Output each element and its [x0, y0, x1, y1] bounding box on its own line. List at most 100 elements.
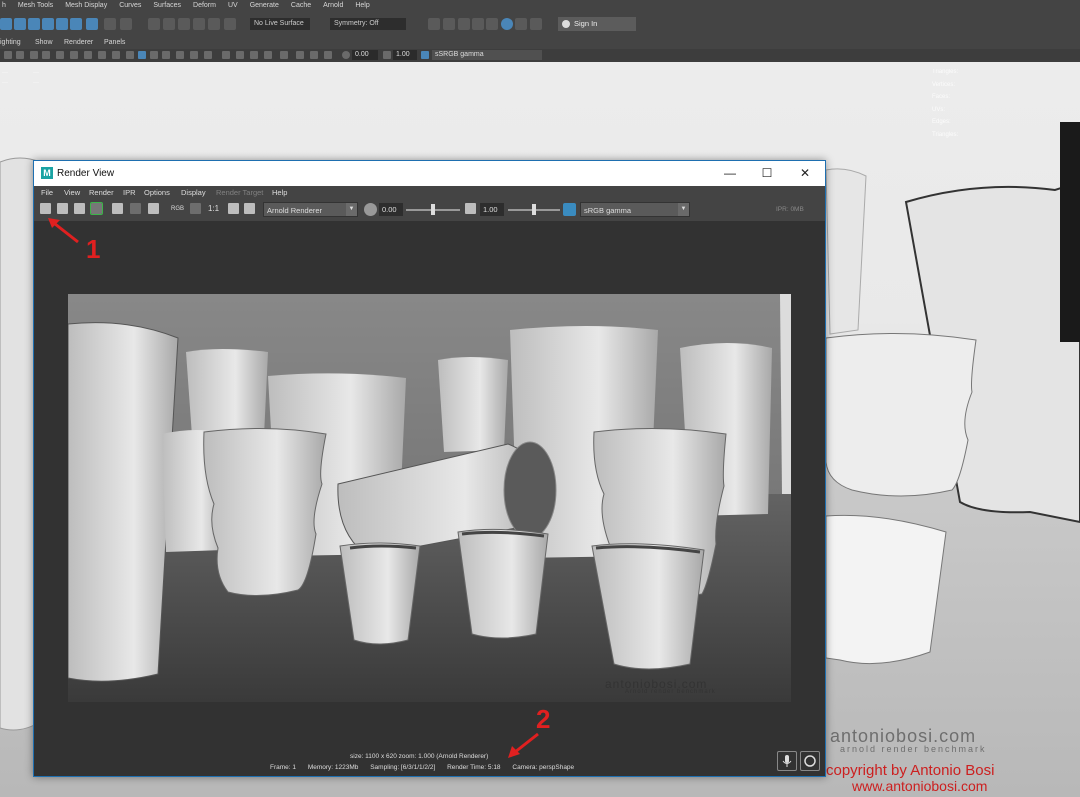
- symmetry-dropdown[interactable]: Symmetry: Off: [330, 18, 406, 30]
- view-transform-dropdown[interactable]: sSRGB gamma: [432, 50, 542, 60]
- wireframe-shade-icon[interactable]: [126, 51, 134, 59]
- panel-menu-item[interactable]: Show: [35, 39, 53, 46]
- rv-menu-file[interactable]: File: [41, 188, 53, 197]
- gamma-icon[interactable]: [383, 51, 391, 59]
- microphone-icon[interactable]: [777, 751, 797, 771]
- magnet-icon[interactable]: [224, 18, 236, 30]
- construction-history-icon[interactable]: [428, 18, 440, 30]
- field-chart-icon[interactable]: [84, 51, 92, 59]
- exposure-icon[interactable]: [364, 203, 377, 216]
- rv-menu-render[interactable]: Render: [89, 188, 114, 197]
- dof-icon[interactable]: [296, 51, 304, 59]
- exposure-slider-thumb[interactable]: [431, 204, 435, 215]
- menu-item[interactable]: Generate: [250, 2, 279, 9]
- lights-icon[interactable]: [162, 51, 170, 59]
- snapshot-icon[interactable]: [74, 203, 85, 214]
- hypershade-icon[interactable]: [486, 18, 498, 30]
- panel-menu-item[interactable]: Panels: [104, 39, 125, 46]
- rv-menu-options[interactable]: Options: [144, 188, 170, 197]
- isolate-select-icon[interactable]: [222, 51, 230, 59]
- keep-image-icon[interactable]: [148, 203, 159, 214]
- shadows-icon[interactable]: [176, 51, 184, 59]
- ao-icon[interactable]: [190, 51, 198, 59]
- menu-item[interactable]: Help: [355, 2, 369, 9]
- menu-item[interactable]: Mesh Display: [65, 2, 107, 9]
- menu-item[interactable]: Cache: [291, 2, 311, 9]
- xray-components-icon[interactable]: [264, 51, 272, 59]
- refresh-icon[interactable]: [800, 751, 820, 771]
- rendered-image[interactable]: antoniobosi.com Arnold render benchmark: [68, 294, 791, 702]
- maximize-icon[interactable]: ☐: [756, 165, 778, 181]
- render-region-icon[interactable]: [57, 203, 68, 214]
- safe-title-icon[interactable]: [112, 51, 120, 59]
- gamma-field[interactable]: 1.00: [480, 203, 504, 216]
- textured-icon[interactable]: [150, 51, 158, 59]
- render-settings-icon[interactable]: [472, 18, 484, 30]
- exposure-icon[interactable]: [342, 51, 350, 59]
- panel-menu-item[interactable]: ighting: [0, 39, 21, 46]
- gamma-field[interactable]: 1.00: [393, 50, 417, 60]
- rotate-tool-icon[interactable]: [56, 18, 68, 30]
- color-management-icon[interactable]: [421, 51, 429, 59]
- gamma-slider-thumb[interactable]: [532, 204, 536, 215]
- paint-select-icon[interactable]: [28, 18, 40, 30]
- camera-icon[interactable]: [4, 51, 12, 59]
- color-profile-icon[interactable]: [244, 203, 255, 214]
- render-view-titlebar[interactable]: M Render View — ☐ ✕: [34, 161, 825, 186]
- minimize-icon[interactable]: —: [719, 165, 741, 181]
- gamma-icon[interactable]: [465, 203, 476, 214]
- aa-icon[interactable]: [280, 51, 288, 59]
- menu-item[interactable]: Arnold: [323, 2, 343, 9]
- render-frame-icon[interactable]: [443, 18, 455, 30]
- smooth-shade-icon[interactable]: [138, 51, 146, 59]
- motion-blur-icon[interactable]: [204, 51, 212, 59]
- move-tool-icon[interactable]: [42, 18, 54, 30]
- grid-icon[interactable]: [30, 51, 38, 59]
- render-sequence-icon[interactable]: [130, 203, 141, 214]
- render-view-window[interactable]: M Render View — ☐ ✕ File View Render IPR…: [33, 160, 826, 777]
- gate-icon[interactable]: [324, 51, 332, 59]
- menu-item[interactable]: Deform: [193, 2, 216, 9]
- snap-vertex-icon[interactable]: [208, 18, 220, 30]
- sign-in-button[interactable]: Sign In: [558, 17, 636, 31]
- menu-item[interactable]: Mesh Tools: [18, 2, 53, 9]
- screen-space-icon[interactable]: [310, 51, 318, 59]
- xray-icon[interactable]: [236, 51, 244, 59]
- color-management-icon[interactable]: [563, 203, 576, 216]
- mask-icon[interactable]: [86, 18, 98, 30]
- view-transform-dropdown[interactable]: sRGB gamma ▼: [580, 202, 690, 217]
- rv-menu-help[interactable]: Help: [272, 188, 287, 197]
- pause-icon[interactable]: [515, 18, 527, 30]
- ipr-render-icon[interactable]: [458, 18, 470, 30]
- live-surface-field[interactable]: No Live Surface: [250, 18, 310, 30]
- menu-item[interactable]: h: [2, 2, 6, 9]
- snap-view-icon[interactable]: [163, 18, 175, 30]
- snap-point-icon[interactable]: [148, 18, 160, 30]
- menu-item[interactable]: UV: [228, 2, 238, 9]
- xray-joints-icon[interactable]: [250, 51, 258, 59]
- arnold-render-icon[interactable]: [501, 18, 513, 30]
- snap-surface-icon[interactable]: [178, 18, 190, 30]
- film-gate-icon[interactable]: [42, 51, 50, 59]
- renderer-dropdown[interactable]: Arnold Renderer ▼: [263, 202, 358, 217]
- snap-live-icon[interactable]: [193, 18, 205, 30]
- alpha-channel-icon[interactable]: [190, 203, 201, 214]
- select-tool-icon[interactable]: [0, 18, 12, 30]
- panel-menu-item[interactable]: Renderer: [64, 39, 93, 46]
- exposure-field[interactable]: 0.00: [379, 203, 403, 216]
- rv-menu-display[interactable]: Display: [181, 188, 206, 197]
- real-size-button[interactable]: 1:1: [208, 204, 219, 213]
- menu-item[interactable]: Surfaces: [153, 2, 181, 9]
- menu-item[interactable]: Curves: [119, 2, 141, 9]
- safe-action-icon[interactable]: [98, 51, 106, 59]
- gate-mask-icon[interactable]: [70, 51, 78, 59]
- rgb-channel-button[interactable]: RGB: [171, 206, 184, 212]
- close-icon[interactable]: ✕: [794, 165, 816, 181]
- display-settings-icon[interactable]: [228, 203, 239, 214]
- render-canvas[interactable]: antoniobosi.com Arnold render benchmark …: [34, 221, 825, 776]
- lasso-tool-icon[interactable]: [14, 18, 26, 30]
- rv-menu-ipr[interactable]: IPR: [123, 188, 136, 197]
- exposure-field[interactable]: 0.00: [352, 50, 378, 60]
- scale-tool-icon[interactable]: [70, 18, 82, 30]
- snap-curve-icon[interactable]: [120, 18, 132, 30]
